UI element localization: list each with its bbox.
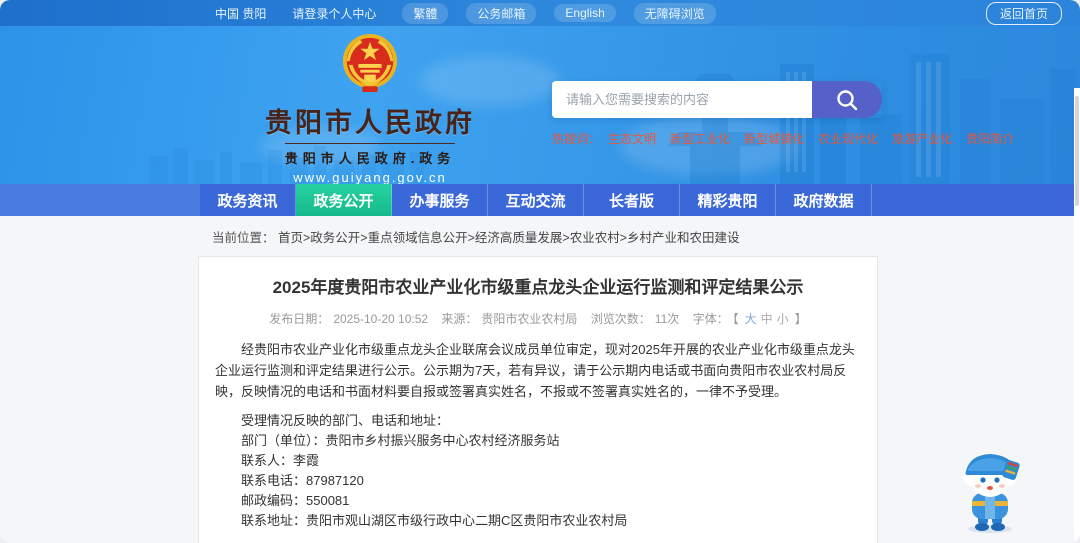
source-label: 来源： [441, 312, 478, 326]
breadcrumb-label: 当前位置： [212, 231, 275, 245]
search-input[interactable] [552, 81, 812, 118]
contact-line: 联系人：李霞 [241, 453, 320, 468]
contact-line: 邮政编码：550081 [241, 493, 350, 508]
search-icon [837, 89, 858, 110]
nav-tab[interactable]: 办事服务 [392, 184, 488, 216]
nav-filler [872, 184, 1080, 216]
views-label: 浏览次数： [590, 312, 651, 326]
nav-tab-label: 政务资讯 [217, 192, 278, 210]
font-size-button[interactable]: 中 [761, 312, 773, 326]
hot-search-link[interactable]: 生态文明 [608, 132, 656, 146]
top-utility-bar: 中国 贵阳 请登录个人中心 繁體 公务邮箱 English 无障碍浏览 返回首页 [0, 0, 1080, 26]
font-size-label: 字体： [692, 312, 729, 326]
contact-line: 部门（单位）：贵阳市乡村振兴服务中心农村经济服务站 [241, 433, 560, 448]
hot-search-label: 热搜词： [552, 132, 601, 146]
contact-line: 联系电话：87987120 [241, 473, 364, 488]
font-size-button[interactable]: 小 [777, 312, 789, 326]
hot-search-row: 热搜词： 生态文明 新型工业化 新型城镇化 农业现代化 旅游产业化 贵阳简介 [552, 130, 1014, 147]
nav-tab-label: 政府数据 [793, 192, 854, 210]
article-paragraph: 受理情况反映的部门、电话和地址： [241, 413, 450, 428]
back-to-home-button[interactable]: 返回首页 [985, 1, 1062, 25]
breadcrumb: 当前位置： 首页>政务公开>重点领域信息公开>经济高质量发展>农业农村>乡村产业… [0, 216, 1080, 256]
nav-items: 政务资讯 政务公开 办事服务 互动交流 长者版 精彩贵阳 政府数据 [200, 184, 872, 216]
nav-tab-label: 政务公开 [313, 192, 374, 210]
article-title: 2025年度贵阳市农业产业化市级重点龙头企业运行监测和评定结果公示 [272, 278, 804, 297]
article-body: 经贵阳市农业产业化市级重点龙头企业联席会议成员单位审定，现对2025年开展的农业… [215, 339, 861, 543]
scrollbar[interactable] [1074, 88, 1080, 543]
hot-search-items: 生态文明 新型工业化 新型城镇化 农业现代化 旅游产业化 贵阳简介 [608, 132, 1028, 146]
font-size-controls: 大中小 [743, 312, 791, 326]
content-area: 当前位置： 首页>政务公开>重点领域信息公开>经济高质量发展>农业农村>乡村产业… [0, 216, 1080, 543]
publish-date-value: 2025-10-20 10:52 [333, 312, 429, 326]
national-emblem-icon [342, 34, 398, 92]
topbar-link-login-personal-center[interactable]: 请登录个人中心 [292, 5, 376, 22]
nav-tab[interactable]: 政府数据 [776, 184, 872, 216]
hot-search-link[interactable]: 新型工业化 [670, 132, 730, 146]
nav-tab[interactable]: 长者版 [584, 184, 680, 216]
topbar-pill-link[interactable]: 无障碍浏览 [633, 2, 716, 24]
nav-tab-label: 精彩贵阳 [697, 192, 758, 210]
hot-search-link[interactable]: 农业现代化 [818, 132, 878, 146]
hot-search-link[interactable]: 旅游产业化 [892, 132, 952, 146]
nav-tab-label: 长者版 [608, 192, 654, 210]
site-url: www.guiyang.gov.cn [293, 170, 447, 184]
browser-page: 中国 贵阳 请登录个人中心 繁體公务邮箱 English 无障碍浏览 返回首页 [0, 0, 1080, 543]
search-button[interactable] [812, 81, 882, 118]
site-subtitle: 贵阳市人民政府.政务 [284, 143, 456, 167]
main-nav: 政务资讯 政务公开 办事服务 互动交流 长者版 精彩贵阳 政府数据 [0, 184, 1080, 216]
article-card: 2025年度贵阳市农业产业化市级重点龙头企业运行监测和评定结果公示 发布日期： 2… [198, 256, 878, 543]
topbar-pill-link[interactable]: 公务邮箱 [466, 2, 537, 24]
nav-tab-label: 办事服务 [409, 192, 470, 210]
source-value: 贵阳市农业农村局 [481, 312, 578, 326]
topbar-pill-link[interactable]: 繁體 [402, 2, 449, 24]
font-size-button[interactable]: 大 [745, 312, 757, 326]
hot-search-link[interactable]: 新型城镇化 [744, 132, 804, 146]
topbar-pill-group: 繁體 公务邮箱 English 无障碍浏览 [402, 2, 733, 24]
contact-lines: 部门（单位）：贵阳市乡村振兴服务中心农村经济服务站 联系人：李霞联系电话：8798… [215, 431, 861, 531]
breadcrumb-path[interactable]: 首页>政务公开>重点领域信息公开>经济高质量发展>农业农村>乡村产业和农田建设 [278, 231, 740, 245]
article-meta: 发布日期： 2025-10-20 10:52 来源： 贵阳市农业农村局 浏览次数： 1… [215, 310, 861, 327]
search-zone: 热搜词： 生态文明新型工业化新型城镇化农业现代化旅游产业化贵阳简介 [552, 81, 1014, 147]
mascot-icon[interactable] [952, 449, 1028, 533]
hot-search-link[interactable]: 贵阳简介 [966, 132, 1014, 146]
scrollbar-thumb[interactable] [1075, 96, 1079, 206]
views-value: 11次 [654, 312, 680, 326]
nav-tab[interactable]: 政务资讯 [200, 184, 296, 216]
topbar-pill-link[interactable]: English [554, 4, 616, 22]
nav-tab-label: 互动交流 [505, 192, 566, 210]
font-bracket-open: 【 [732, 312, 739, 326]
nav-tab[interactable]: 政务公开 [296, 184, 392, 216]
topbar-link-china-guiyang[interactable]: 中国 贵阳 [215, 5, 266, 22]
font-bracket-close: 】 [794, 312, 807, 326]
site-banner: 贵阳市人民政府 贵阳市人民政府.政务 www.guiyang.gov.cn 热搜… [0, 26, 1080, 184]
site-title: 贵阳市人民政府 [265, 108, 475, 138]
nav-tab[interactable]: 互动交流 [488, 184, 584, 216]
article-paragraph: 经贵阳市农业产业化市级重点龙头企业联席会议成员单位审定，现对2025年开展的农业… [215, 342, 855, 399]
publish-date-label: 发布日期： [269, 312, 330, 326]
contact-line: 联系地址：贵阳市观山湖区市级行政中心二期C区贵阳市农业农村局 [241, 513, 628, 528]
site-logo-block[interactable]: 贵阳市人民政府 贵阳市人民政府.政务 www.guiyang.gov.cn [215, 32, 525, 184]
nav-tab[interactable]: 精彩贵阳 [680, 184, 776, 216]
